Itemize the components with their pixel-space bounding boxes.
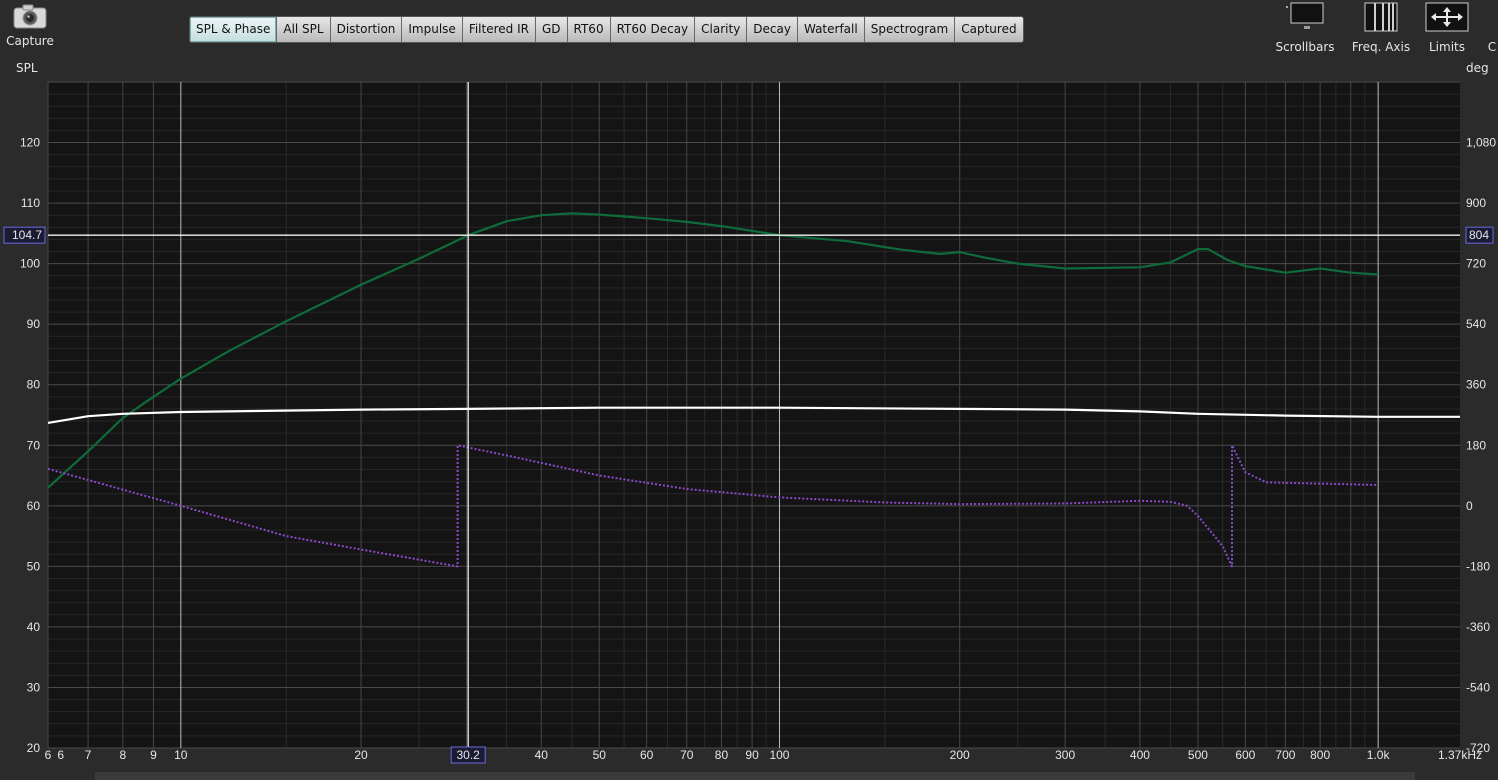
cursor-y-left-label: 104.7 xyxy=(12,228,42,242)
right-tick-label: 360 xyxy=(1466,378,1486,392)
spl-phase-graph[interactable]: 2030405060708090100110120-720-540-360-18… xyxy=(0,0,1498,780)
right-tick-label: 180 xyxy=(1466,438,1486,452)
x-tick-label: 600 xyxy=(1235,748,1255,762)
x-tick-label: 40 xyxy=(535,748,549,762)
left-tick-label: 70 xyxy=(27,438,41,452)
x-tick-label: 80 xyxy=(715,748,729,762)
left-tick-label: 20 xyxy=(27,741,41,755)
x-tick-label: 6 xyxy=(57,748,64,762)
cursor-x-label: 30.2 xyxy=(456,748,480,762)
x-tick-label: 6 xyxy=(45,748,52,762)
right-tick-label: 720 xyxy=(1466,257,1486,271)
x-tick-label: 90 xyxy=(745,748,759,762)
legend-bar xyxy=(95,772,1415,780)
x-tick-label: 70 xyxy=(680,748,694,762)
x-tick-label: 100 xyxy=(769,748,789,762)
x-tick-label: 9 xyxy=(150,748,157,762)
x-tick-label: 20 xyxy=(354,748,368,762)
x-tick-label: 50 xyxy=(593,748,607,762)
right-tick-label: 1,080 xyxy=(1466,136,1496,150)
right-tick-label: -360 xyxy=(1466,620,1490,634)
left-tick-label: 50 xyxy=(27,559,41,573)
x-tick-label: 10 xyxy=(174,748,188,762)
left-tick-label: 60 xyxy=(27,499,41,513)
right-tick-label: -180 xyxy=(1466,559,1490,573)
cursor-y-right-label: 804 xyxy=(1469,228,1489,242)
x-tick-label: 400 xyxy=(1130,748,1150,762)
x-tick-label: 500 xyxy=(1188,748,1208,762)
x-tick-label: 200 xyxy=(950,748,970,762)
x-tick-label: 300 xyxy=(1055,748,1075,762)
left-tick-label: 100 xyxy=(20,257,40,271)
x-tick-label: 800 xyxy=(1310,748,1330,762)
x-tick-label: 700 xyxy=(1275,748,1295,762)
left-tick-label: 110 xyxy=(21,196,40,210)
left-tick-label: 90 xyxy=(27,317,41,331)
x-tick-label: 60 xyxy=(640,748,654,762)
x-tick-label: 7 xyxy=(85,748,92,762)
x-tick-label: 1.37kHz xyxy=(1438,748,1482,762)
right-tick-label: -540 xyxy=(1466,680,1490,694)
x-tick-label: 1.0k xyxy=(1367,748,1391,762)
left-tick-label: 30 xyxy=(27,680,41,694)
left-tick-label: 40 xyxy=(27,620,41,634)
right-tick-label: 540 xyxy=(1466,317,1486,331)
left-tick-label: 120 xyxy=(20,136,40,150)
x-tick-label: 8 xyxy=(119,748,126,762)
right-tick-label: 0 xyxy=(1466,499,1473,513)
right-tick-label: 900 xyxy=(1466,196,1486,210)
left-tick-label: 80 xyxy=(27,378,41,392)
